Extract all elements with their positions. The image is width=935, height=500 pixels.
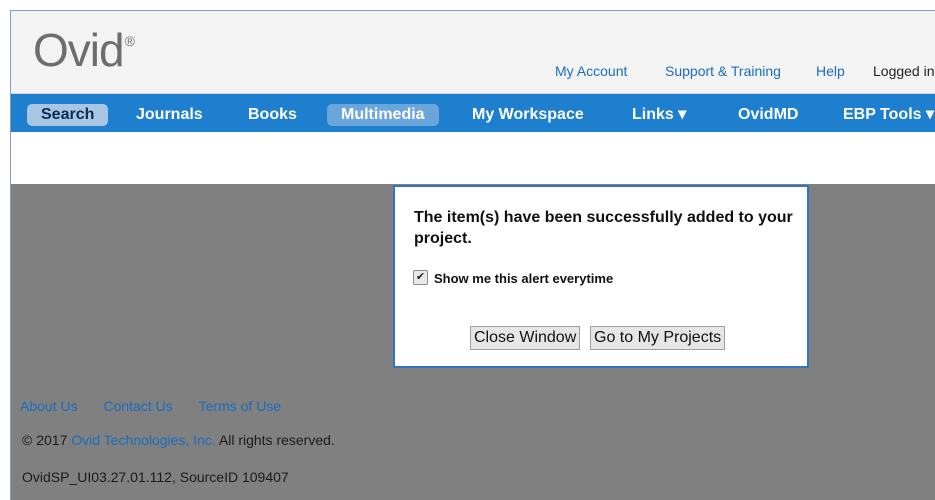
checkmark-icon: ✔	[415, 271, 426, 283]
tab-my-workspace[interactable]: My Workspace	[458, 104, 598, 126]
tab-books[interactable]: Books	[234, 104, 311, 126]
registered-mark: ®	[124, 32, 135, 49]
subheader-area	[11, 132, 935, 184]
footer-links: About Us Contact Us Terms of Use	[20, 398, 281, 414]
header-links: My Account Support & Training Help Logge…	[11, 63, 935, 83]
show-alert-checkbox[interactable]: ✔	[413, 270, 428, 285]
support-training-link[interactable]: Support & Training	[665, 63, 781, 79]
terms-of-use-link[interactable]: Terms of Use	[199, 398, 281, 414]
go-to-projects-button[interactable]: Go to My Projects	[590, 326, 726, 350]
tab-journals[interactable]: Journals	[122, 104, 217, 126]
browser-page: Ovid® My Account Support & Training Help…	[10, 10, 935, 500]
copyright-rights: All rights reserved.	[218, 432, 335, 448]
logged-in-status: Logged in	[873, 63, 935, 79]
version-info: OvidSP_UI03.27.01.112, SourceID 109407	[22, 469, 289, 485]
tab-multimedia[interactable]: Multimedia	[327, 104, 439, 126]
dialog-message: The item(s) have been successfully added…	[414, 209, 793, 247]
tab-ebp-tools[interactable]: EBP Tools ▾	[829, 104, 935, 126]
copyright-year: © 2017	[22, 432, 68, 448]
contact-us-link[interactable]: Contact Us	[103, 398, 172, 414]
company-link[interactable]: Ovid Technologies, Inc.	[71, 432, 216, 448]
help-link[interactable]: Help	[816, 63, 845, 79]
tab-ovidmd[interactable]: OvidMD	[724, 104, 812, 126]
close-window-button[interactable]: Close Window	[470, 326, 581, 350]
tab-links[interactable]: Links ▾	[618, 104, 700, 126]
main-navigation: Search Journals Books Multimedia My Work…	[11, 94, 935, 132]
show-alert-label[interactable]: Show me this alert everytime	[434, 271, 613, 286]
about-us-link[interactable]: About Us	[20, 398, 78, 414]
copyright: © 2017 Ovid Technologies, Inc. All right…	[22, 432, 335, 448]
my-account-link[interactable]: My Account	[555, 63, 627, 79]
confirmation-dialog: The item(s) have been successfully added…	[393, 185, 809, 368]
tab-search[interactable]: Search	[27, 104, 109, 126]
header: Ovid® My Account Support & Training Help…	[11, 11, 935, 94]
